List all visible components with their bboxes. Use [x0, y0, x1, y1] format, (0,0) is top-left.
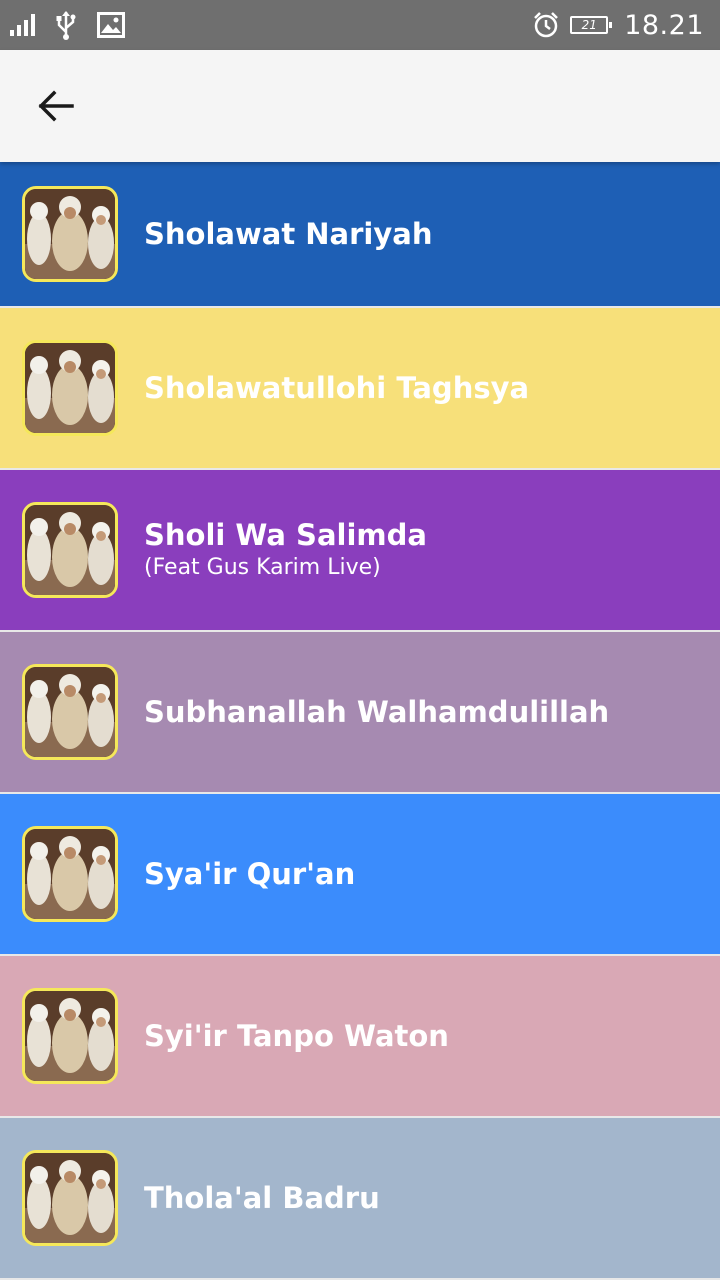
- status-bar: 21 18.21: [0, 0, 720, 50]
- song-thumbnail: [22, 502, 118, 598]
- song-text: Sholi Wa Salimda (Feat Gus Karim Live): [144, 517, 700, 583]
- battery-level: 21: [581, 18, 597, 32]
- song-thumbnail: [22, 1150, 118, 1246]
- signal-icon: [10, 14, 35, 36]
- song-title: Sya'ir Qur'an: [144, 857, 356, 891]
- song-thumbnail: [22, 186, 118, 282]
- status-right-icons: 21 18.21: [532, 8, 704, 42]
- battery-icon: 21: [570, 16, 613, 34]
- song-text: Thola'al Badru: [144, 1180, 700, 1216]
- song-list-item[interactable]: Sya'ir Qur'an: [0, 794, 720, 956]
- usb-icon: [56, 11, 76, 40]
- back-button[interactable]: [28, 78, 84, 134]
- song-title: Sholawatullohi Taghsya: [144, 371, 530, 405]
- song-thumbnail: [22, 340, 118, 436]
- song-text: Sholawatullohi Taghsya: [144, 370, 700, 406]
- status-time: 18.21: [624, 9, 704, 41]
- song-title: Thola'al Badru: [144, 1181, 380, 1215]
- song-title: Sholi Wa Salimda: [144, 518, 427, 552]
- song-text: Sya'ir Qur'an: [144, 856, 700, 892]
- app-bar: [0, 50, 720, 162]
- arrow-left-icon: [38, 90, 74, 122]
- status-left-icons: [10, 8, 125, 42]
- song-subtitle: (Feat Gus Karim Live): [144, 555, 381, 580]
- song-thumbnail: [22, 664, 118, 760]
- song-thumbnail: [22, 826, 118, 922]
- alarm-icon: [534, 12, 559, 38]
- song-list-item[interactable]: Sholi Wa Salimda (Feat Gus Karim Live): [0, 470, 720, 632]
- song-title: Sholawat Nariyah: [144, 217, 433, 251]
- song-list: Sholawat Nariyah Sholawatullohi Taghsya: [0, 162, 720, 1280]
- song-thumbnail: [22, 988, 118, 1084]
- song-title: Subhanallah Walhamdulillah: [144, 695, 610, 729]
- image-icon: [97, 12, 125, 38]
- song-list-item[interactable]: Sholawatullohi Taghsya: [0, 308, 720, 470]
- song-text: Sholawat Nariyah: [144, 216, 700, 252]
- song-text: Syi'ir Tanpo Waton: [144, 1018, 700, 1054]
- song-list-item[interactable]: Subhanallah Walhamdulillah: [0, 632, 720, 794]
- song-list-item[interactable]: Sholawat Nariyah: [0, 162, 720, 308]
- song-title: Syi'ir Tanpo Waton: [144, 1019, 449, 1053]
- song-list-item[interactable]: Thola'al Badru: [0, 1118, 720, 1280]
- song-list-item[interactable]: Syi'ir Tanpo Waton: [0, 956, 720, 1118]
- song-text: Subhanallah Walhamdulillah: [144, 694, 700, 730]
